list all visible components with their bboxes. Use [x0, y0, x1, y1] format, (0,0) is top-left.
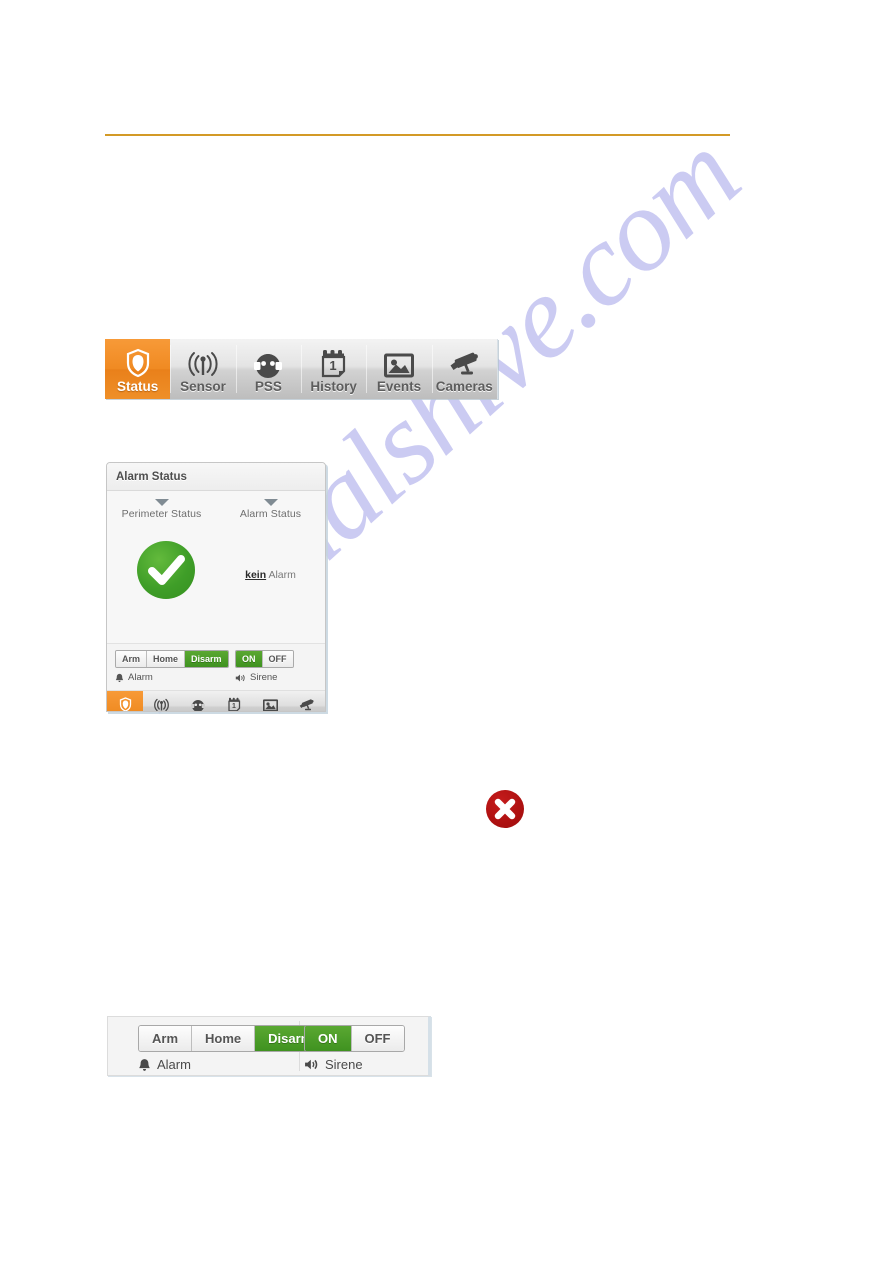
nav-item-sensor[interactable]: Sensor: [170, 339, 235, 399]
caret-down-icon-perimeter: [154, 499, 169, 506]
photo-icon: [383, 348, 414, 378]
strip-arm-caption-label: Alarm: [157, 1057, 191, 1072]
shield-icon: [125, 348, 151, 378]
strip-siren-caption: Sirene: [304, 1057, 405, 1072]
panel-arm-caption-label: Alarm: [128, 672, 153, 683]
alarm-status-panel: Alarm Status Perimeter Status Alarm Stat…: [106, 462, 326, 712]
mini-nav-item-sensor[interactable]: Sensor: [143, 691, 179, 711]
svg-text:1: 1: [329, 358, 336, 373]
mini-nav-item-history[interactable]: 1 History: [216, 691, 252, 711]
strip-arm-caption: Alarm: [138, 1057, 326, 1072]
photo-icon: [262, 696, 278, 711]
nav-label-events: Events: [376, 379, 422, 394]
nav-item-history[interactable]: 1 History: [300, 339, 366, 399]
nav-label-pss: PSS: [254, 379, 282, 394]
power-socket-icon: [190, 696, 205, 711]
perimeter-status-label: Perimeter Status: [121, 508, 202, 520]
panel-arm-caption: Alarm: [115, 672, 229, 683]
panel-siren-seg-off[interactable]: OFF: [262, 651, 293, 667]
mini-nav-item-cameras[interactable]: Cameras: [289, 691, 325, 711]
antenna-icon: [153, 696, 170, 711]
main-navigation-bar: Status Sensor PSS 1 History Events Camer…: [105, 339, 498, 399]
alarm-status-rest: Alarm: [266, 569, 296, 581]
panel-title: Alarm Status: [116, 470, 187, 483]
speaker-icon: [304, 1058, 319, 1071]
nav-label-sensor: Sensor: [180, 379, 226, 394]
strip-arm-group: Arm Home Disarm Alarm: [138, 1025, 327, 1072]
panel-siren-segmented-control[interactable]: ON OFF: [235, 650, 294, 668]
green-check-icon: [137, 541, 195, 599]
strip-siren-seg-off[interactable]: OFF: [351, 1026, 404, 1051]
panel-arm-seg-home[interactable]: Home: [147, 651, 186, 667]
nav-item-events[interactable]: Events: [366, 339, 431, 399]
panel-siren-caption-label: Sirene: [250, 672, 278, 683]
nav-item-pss[interactable]: PSS: [235, 339, 301, 399]
alarm-status-label: Alarm Status: [239, 508, 302, 520]
error-x-icon: [486, 790, 524, 828]
panel-titlebar: Alarm Status: [107, 463, 325, 491]
header-divider-rule: [105, 134, 730, 136]
strip-arm-seg-arm[interactable]: Arm: [139, 1026, 193, 1051]
strip-siren-caption-label: Sirene: [325, 1057, 363, 1072]
panel-body: Perimeter Status Alarm Status kein Alarm: [107, 491, 325, 644]
speaker-icon: [235, 673, 246, 683]
cctv-camera-icon: [447, 348, 481, 378]
mini-nav-item-pss[interactable]: PSS: [180, 691, 216, 711]
nav-item-cameras[interactable]: Cameras: [431, 339, 497, 399]
panel-arm-seg-arm[interactable]: Arm: [116, 651, 148, 667]
strip-arm-seg-home[interactable]: Home: [192, 1026, 256, 1051]
mini-nav-item-status[interactable]: Status: [107, 691, 144, 711]
shield-icon: [119, 696, 132, 711]
panel-arm-seg-disarm[interactable]: Disarm: [185, 651, 228, 667]
panel-siren-seg-on[interactable]: ON: [236, 651, 263, 667]
strip-arm-segmented-control[interactable]: Arm Home Disarm: [138, 1025, 327, 1052]
perimeter-status-column: Perimeter Status: [107, 499, 216, 520]
caret-down-icon-alarm: [263, 499, 278, 506]
nav-label-history: History: [310, 379, 357, 394]
calendar-icon: 1: [321, 348, 347, 378]
mini-nav-item-events[interactable]: Events: [252, 691, 288, 711]
alarm-status-value: kein Alarm: [216, 569, 325, 581]
panel-arm-segmented-control[interactable]: Arm Home Disarm: [115, 650, 229, 668]
calendar-icon: 1: [227, 696, 241, 711]
panel-arm-group: Arm Home Disarm Alarm: [115, 650, 229, 683]
panel-siren-group: ON OFF Sirene: [235, 650, 294, 683]
strip-siren-segmented-control[interactable]: ON OFF: [304, 1025, 405, 1052]
panel-mini-navigation-bar: Status Sensor: [107, 691, 325, 711]
svg-text:1: 1: [232, 703, 236, 710]
nav-label-cameras: Cameras: [435, 379, 493, 394]
bottom-control-strip: Arm Home Disarm Alarm ON OFF Sirene: [107, 1016, 431, 1076]
strip-siren-seg-on[interactable]: ON: [305, 1026, 352, 1051]
nav-label-status: Status: [117, 379, 159, 394]
cctv-camera-icon: [298, 696, 315, 711]
panel-controls: Arm Home Disarm Alarm ON OFF Sirene: [107, 644, 325, 691]
bell-icon: [138, 1058, 151, 1072]
alarm-status-emphasis: kein: [245, 569, 267, 581]
nav-item-status[interactable]: Status: [105, 339, 171, 399]
alarm-status-column: Alarm Status: [216, 499, 325, 520]
power-socket-icon: [254, 348, 283, 378]
antenna-icon: [186, 348, 220, 378]
panel-siren-caption: Sirene: [235, 672, 294, 683]
bell-icon: [115, 673, 124, 683]
strip-siren-group: ON OFF Sirene: [304, 1025, 405, 1072]
